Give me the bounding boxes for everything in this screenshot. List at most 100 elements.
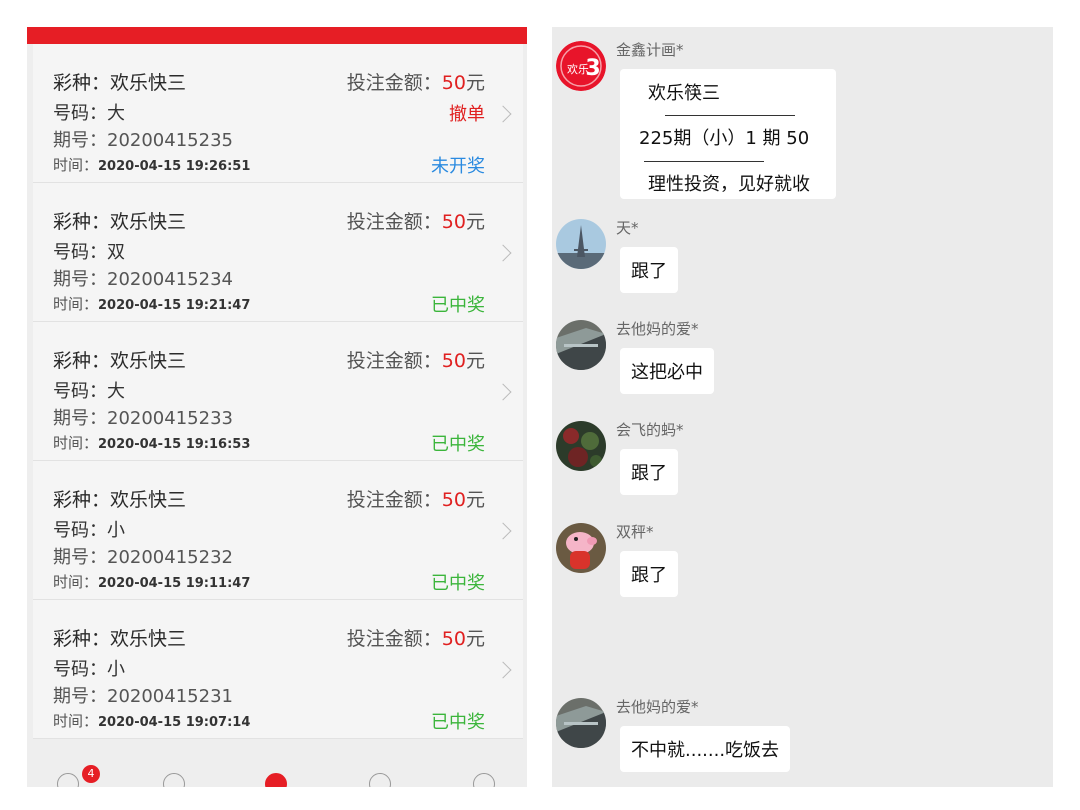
bet-number: 号码：双 xyxy=(53,242,125,263)
amount-value: 50 xyxy=(441,211,466,233)
time-label: 时间： xyxy=(53,156,99,174)
bet-amount: 投注金额：50元 xyxy=(347,346,485,373)
lottery-type: 彩种：欢乐快三 xyxy=(53,350,187,372)
bet-amount: 投注金额：50元 xyxy=(347,485,485,512)
cartoon-pig-avatar[interactable] xyxy=(556,523,606,573)
cancel-bet-button[interactable]: 撤单 xyxy=(449,100,485,126)
amount-value: 50 xyxy=(441,489,466,511)
bet-amount: 投注金额：50元 xyxy=(347,624,485,651)
status-badge: 已中奖 xyxy=(431,573,485,594)
divider xyxy=(665,115,795,116)
bet-time: 时间：2020-04-15 19:21:47 xyxy=(53,293,250,314)
status-badge: 已中奖 xyxy=(431,295,485,316)
chevron-right-icon[interactable] xyxy=(494,383,512,401)
compass-icon[interactable] xyxy=(369,773,391,787)
amount-unit: 元 xyxy=(465,72,485,94)
time-label: 时间： xyxy=(53,295,99,313)
notification-badge: 4 xyxy=(82,765,100,783)
bet-record[interactable]: 彩种：欢乐快三 投注金额：50元 号码：小 期号：20200415232 时间：… xyxy=(33,461,523,600)
landscape-avatar[interactable] xyxy=(556,698,606,748)
landscape-avatar[interactable] xyxy=(556,320,606,370)
message-bubble[interactable]: 跟了 xyxy=(620,551,678,597)
status-badge: 已中奖 xyxy=(431,434,485,455)
message-bubble[interactable]: 这把必中 xyxy=(620,348,714,394)
chevron-right-icon[interactable] xyxy=(494,105,512,123)
time-label: 时间： xyxy=(53,434,99,452)
message-bubble[interactable]: 不中就.......吃饭去 xyxy=(620,726,791,772)
bet-records-screen: 彩种：欢乐快三 投注金额：50元 号码：大 撤单 期号：20200415235 … xyxy=(27,27,527,787)
amount-unit: 元 xyxy=(465,211,485,233)
lottery-icon[interactable] xyxy=(265,773,287,787)
chevron-right-icon[interactable] xyxy=(494,522,512,540)
profile-icon[interactable] xyxy=(473,773,495,787)
sender-name: 去他妈的爱* xyxy=(616,698,699,716)
bet-time: 时间：2020-04-15 19:07:14 xyxy=(53,710,250,731)
plan-detail: 225期（小）1 期 50 xyxy=(639,128,810,149)
time-value: 2020-04-15 19:11:47 xyxy=(98,576,251,591)
amount-unit: 元 xyxy=(465,489,485,511)
issue-number: 期号：20200415231 xyxy=(53,686,233,707)
message-bubble[interactable]: 跟了 xyxy=(620,247,678,293)
bet-time: 时间：2020-04-15 19:11:47 xyxy=(53,571,250,592)
divider xyxy=(644,161,764,162)
bet-record[interactable]: 彩种：欢乐快三 投注金额：50元 号码：双 期号：20200415234 时间：… xyxy=(33,183,523,322)
time-value: 2020-04-15 19:21:47 xyxy=(98,298,251,313)
issue-number: 期号：20200415233 xyxy=(53,408,233,429)
message-bubble[interactable]: 欢乐筷三 225期（小）1 期 50 理性投资，见好就收 xyxy=(620,69,836,199)
sender-name: 天* xyxy=(616,219,639,237)
amount-value: 50 xyxy=(441,628,466,650)
bet-amount: 投注金额：50元 xyxy=(347,68,485,95)
chevron-right-icon[interactable] xyxy=(494,244,512,262)
amount-value: 50 xyxy=(441,72,466,94)
amount-unit: 元 xyxy=(465,350,485,372)
amount-label: 投注金额： xyxy=(346,628,442,650)
issue-number: 期号：20200415232 xyxy=(53,547,233,568)
status-badge: 未开奖 xyxy=(431,156,485,177)
lottery-type: 彩种：欢乐快三 xyxy=(53,489,187,511)
chevron-right-icon[interactable] xyxy=(494,661,512,679)
time-value: 2020-04-15 19:07:14 xyxy=(98,715,251,730)
bottom-nav: 4 xyxy=(27,765,527,787)
sender-name: 双秤* xyxy=(616,523,654,541)
plant-avatar[interactable] xyxy=(556,421,606,471)
amount-label: 投注金额： xyxy=(346,72,442,94)
amount-value: 50 xyxy=(441,350,466,372)
svg-text:3: 3 xyxy=(585,56,600,81)
bet-record[interactable]: 彩种：欢乐快三 投注金额：50元 号码：小 期号：20200415231 时间：… xyxy=(33,600,523,739)
status-badge: 已中奖 xyxy=(431,712,485,733)
issue-number: 期号：20200415235 xyxy=(53,130,233,151)
bet-record[interactable]: 彩种：欢乐快三 投注金额：50元 号码：大 撤单 期号：20200415235 … xyxy=(33,44,523,183)
lottery-type: 彩种：欢乐快三 xyxy=(53,72,187,94)
bet-amount: 投注金额：50元 xyxy=(347,207,485,234)
lottery-logo-avatar[interactable]: 欢乐 3 xyxy=(556,41,606,91)
plan-note: 理性投资，见好就收 xyxy=(648,174,810,195)
bet-number: 号码：小 xyxy=(53,659,125,680)
user-icon[interactable] xyxy=(163,773,185,787)
bet-time: 时间：2020-04-15 19:26:51 xyxy=(53,154,250,175)
amount-label: 投注金额： xyxy=(346,489,442,511)
amount-label: 投注金额： xyxy=(346,211,442,233)
time-label: 时间： xyxy=(53,712,99,730)
bet-number: 号码：大 xyxy=(53,103,125,124)
amount-label: 投注金额： xyxy=(346,350,442,372)
sender-name: 会飞的蚂* xyxy=(616,421,684,439)
bet-time: 时间：2020-04-15 19:16:53 xyxy=(53,432,250,453)
amount-unit: 元 xyxy=(465,628,485,650)
plan-title: 欢乐筷三 xyxy=(648,83,720,104)
bet-number: 号码：大 xyxy=(53,381,125,402)
bet-record[interactable]: 彩种：欢乐快三 投注金额：50元 号码：大 期号：20200415233 时间：… xyxy=(33,322,523,461)
message-bubble[interactable]: 跟了 xyxy=(620,449,678,495)
lottery-type: 彩种：欢乐快三 xyxy=(53,211,187,233)
home-icon[interactable] xyxy=(57,773,79,787)
time-value: 2020-04-15 19:16:53 xyxy=(98,437,251,452)
time-value: 2020-04-15 19:26:51 xyxy=(98,159,251,174)
sender-name: 去他妈的爱* xyxy=(616,320,699,338)
bet-record-list: 彩种：欢乐快三 投注金额：50元 号码：大 撤单 期号：20200415235 … xyxy=(33,44,523,739)
time-label: 时间： xyxy=(53,573,99,591)
tower-avatar[interactable] xyxy=(556,219,606,269)
sender-name: 金鑫计画* xyxy=(616,41,684,59)
app-header-bar xyxy=(27,27,527,44)
group-chat: 欢乐 3 金鑫计画* 欢乐筷三 225期（小）1 期 50 理性投资，见好就收 … xyxy=(552,27,1053,787)
issue-number: 期号：20200415234 xyxy=(53,269,233,290)
lottery-type: 彩种：欢乐快三 xyxy=(53,628,187,650)
